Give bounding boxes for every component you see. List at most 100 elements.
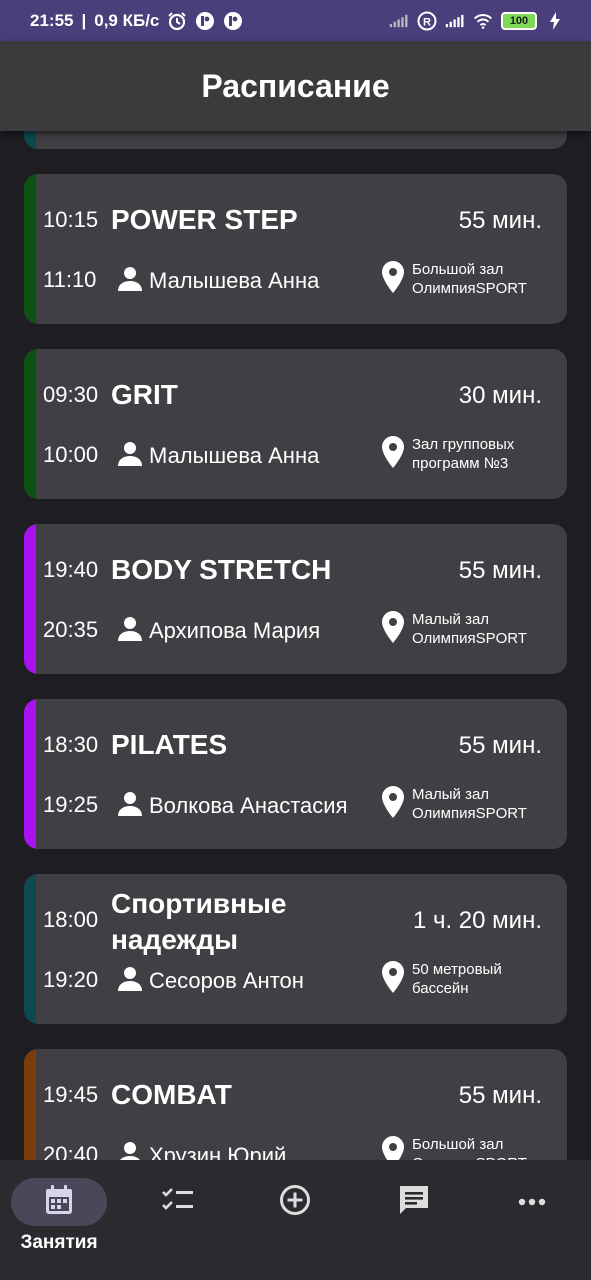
session-duration: 55 мин. <box>458 207 542 234</box>
session-location-text: Зал групповых программ №3 <box>412 436 515 472</box>
session-start-time: 19:40 <box>43 557 99 582</box>
more-icon <box>518 1193 546 1211</box>
session-title: GRIT <box>111 379 178 410</box>
session-card[interactable]: 10:15 11:10 POWER STEP 55 мин. Малышева … <box>24 174 567 324</box>
status-time: 21:55 <box>30 10 74 30</box>
session-start-time: 10:15 <box>43 207 99 232</box>
session-trainer: Хрузин Юрий <box>117 1140 286 1160</box>
page-title: Расписание <box>201 67 390 104</box>
session-title: BODY STRETCH <box>111 554 332 585</box>
session-start-time: 09:30 <box>43 382 99 407</box>
session-title: COMBAT <box>111 1079 232 1110</box>
location-pin-icon <box>382 960 404 998</box>
session-trainer-name: Сесоров Антон <box>149 968 304 993</box>
session-location: Малый зал ОлимпияSPORT <box>382 785 562 823</box>
app-notification-icon-2 <box>223 11 243 31</box>
location-pin-icon <box>382 610 404 648</box>
session-location: Большой зал ОлимпияSPORT <box>382 260 562 298</box>
wifi-icon <box>473 11 493 31</box>
session-trainer: Малышева Анна <box>117 265 319 297</box>
session-trainer-name: Малышева Анна <box>149 268 320 293</box>
session-location: Малый зал ОлимпияSPORT <box>382 610 562 648</box>
session-card[interactable]: 18:00 19:20 Спортивные надежды 1 ч. 20 м… <box>24 874 567 1024</box>
chat-icon <box>398 1184 430 1221</box>
session-accent-stripe <box>24 699 36 849</box>
person-icon <box>117 615 143 647</box>
session-trainer: Волкова Анастасия <box>117 790 347 822</box>
location-pin-icon <box>382 1135 404 1160</box>
session-title: PILATES <box>111 729 228 760</box>
session-duration: 1 ч. 20 мин. <box>412 907 542 934</box>
nav-tab-classes[interactable]: Занятия <box>11 1178 107 1258</box>
session-location-text: Малый зал ОлимпияSPORT <box>412 611 527 647</box>
session-accent-stripe <box>24 524 36 674</box>
calendar-icon <box>45 1184 73 1220</box>
session-trainer-name: Архипова Мария <box>149 618 321 643</box>
session-trainer-name: Волкова Анастасия <box>149 793 348 818</box>
status-bar: 21:55 | 0,9 КБ/с R 100 <box>0 0 591 41</box>
session-card[interactable]: 19:40 20:35 BODY STRETCH 55 мин. Архипов… <box>24 524 567 674</box>
svg-text:R: R <box>423 16 431 28</box>
location-pin-icon <box>382 260 404 298</box>
session-start-time: 18:30 <box>43 732 99 757</box>
alarm-icon <box>167 11 187 31</box>
session-trainer: Сесоров Антон <box>117 965 304 997</box>
location-pin-icon <box>382 785 404 823</box>
checklist-icon <box>162 1187 194 1218</box>
session-trainer: Малышева Анна <box>117 440 319 472</box>
session-duration: 55 мин. <box>458 1082 542 1109</box>
person-icon <box>117 1140 143 1160</box>
session-duration: 30 мин. <box>458 382 542 409</box>
add-circle-icon <box>279 1184 311 1221</box>
location-pin-icon <box>382 435 404 473</box>
session-card[interactable]: 19:45 20:40 COMBAT 55 мин. Хрузин Юрий Б… <box>24 1049 567 1160</box>
session-end-time: 10:00 <box>43 442 99 467</box>
session-trainer-name: Хрузин Юрий <box>149 1143 287 1160</box>
session-location-text: 50 метровый бассейн <box>412 961 502 997</box>
session-end-time: 19:25 <box>43 792 99 817</box>
session-accent-stripe <box>24 1049 36 1160</box>
schedule-list[interactable]: 10:15 11:10 POWER STEP 55 мин. Малышева … <box>0 131 591 1160</box>
session-title: POWER STEP <box>111 204 298 235</box>
session-location: Большой зал ОлимпияSPORT <box>382 1135 562 1160</box>
session-accent-stripe <box>24 874 36 1024</box>
nav-tab-more[interactable] <box>484 1178 580 1258</box>
nav-tab-tasks[interactable] <box>130 1178 226 1258</box>
signal-icon <box>389 11 409 31</box>
bottom-navigation: Занятия <box>0 1160 591 1280</box>
session-trainer: Архипова Мария <box>117 615 320 647</box>
session-accent-stripe <box>24 174 36 324</box>
battery-indicator: 100 <box>501 11 537 30</box>
person-icon <box>117 790 143 822</box>
nav-tab-messages[interactable] <box>366 1178 462 1258</box>
session-duration: 55 мин. <box>458 557 542 584</box>
registered-icon: R <box>417 11 437 31</box>
session-location: Зал групповых программ №3 <box>382 435 562 473</box>
session-end-time: 20:40 <box>43 1142 99 1160</box>
session-end-time: 20:35 <box>43 617 99 642</box>
session-trainer-name: Малышева Анна <box>149 443 320 468</box>
session-end-time: 11:10 <box>43 267 97 292</box>
signal-icon-2 <box>445 11 465 31</box>
charging-icon <box>545 11 565 31</box>
person-icon <box>117 440 143 472</box>
session-start-time: 18:00 <box>43 907 99 932</box>
session-location-text: Большой зал ОлимпияSPORT <box>412 261 527 297</box>
session-accent-stripe <box>24 131 36 149</box>
status-net-speed: 0,9 КБ/с <box>94 10 160 30</box>
session-location-text: Малый зал ОлимпияSPORT <box>412 786 527 822</box>
nav-tab-label: Занятия <box>20 1232 98 1253</box>
session-card[interactable]: 09:30 10:00 GRIT 30 мин. Малышева Анна З… <box>24 349 567 499</box>
person-icon <box>117 965 143 997</box>
session-duration: 55 мин. <box>458 732 542 759</box>
session-location: 50 метровый бассейн <box>382 960 562 998</box>
session-location-text: Большой зал ОлимпияSPORT <box>412 1136 527 1160</box>
session-end-time: 19:20 <box>43 967 99 992</box>
session-title: Спортивные надежды <box>111 888 287 955</box>
session-card[interactable]: 18:30 19:25 PILATES 55 мин. Волкова Анас… <box>24 699 567 849</box>
app-bar: Расписание <box>0 41 591 131</box>
nav-tab-add[interactable] <box>247 1178 343 1258</box>
session-accent-stripe <box>24 349 36 499</box>
session-card-partial[interactable] <box>24 131 567 149</box>
app-notification-icon <box>195 11 215 31</box>
